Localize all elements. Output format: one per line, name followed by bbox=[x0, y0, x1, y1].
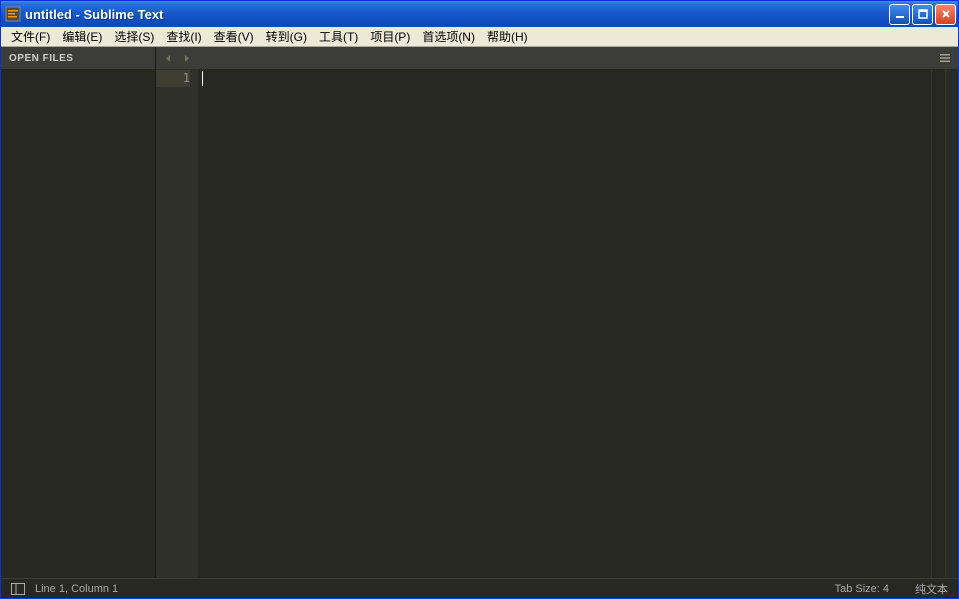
menu-project[interactable]: 项目(P) bbox=[364, 26, 416, 47]
menu-prefs[interactable]: 首选项(N) bbox=[416, 26, 481, 47]
menu-find[interactable]: 查找(I) bbox=[160, 26, 207, 47]
text-editor[interactable] bbox=[198, 69, 931, 578]
minimize-button[interactable] bbox=[889, 4, 910, 25]
tab-next-icon[interactable] bbox=[180, 52, 192, 64]
menu-bar: 文件(F) 编辑(E) 选择(S) 查找(I) 查看(V) 转到(G) 工具(T… bbox=[1, 27, 958, 47]
title-bar[interactable]: untitled - Sublime Text bbox=[1, 1, 958, 27]
menu-goto[interactable]: 转到(G) bbox=[260, 26, 313, 47]
line-number: 1 bbox=[156, 70, 190, 87]
client-area: OPEN FILES bbox=[1, 47, 958, 598]
menu-tools[interactable]: 工具(T) bbox=[313, 26, 364, 47]
sidebar: OPEN FILES bbox=[1, 47, 156, 578]
status-position[interactable]: Line 1, Column 1 bbox=[35, 583, 118, 595]
menu-file[interactable]: 文件(F) bbox=[5, 26, 56, 47]
minimap[interactable] bbox=[931, 69, 945, 578]
menu-view[interactable]: 查看(V) bbox=[208, 26, 260, 47]
editor-body: 1 bbox=[156, 69, 958, 578]
tab-menu-icon[interactable] bbox=[938, 51, 952, 65]
panel-switcher-icon[interactable] bbox=[11, 583, 25, 595]
text-cursor bbox=[202, 71, 203, 86]
line-number-gutter[interactable]: 1 bbox=[156, 69, 198, 578]
status-bar: Line 1, Column 1 Tab Size: 4 纯文本 bbox=[1, 578, 958, 598]
vertical-scrollbar[interactable] bbox=[945, 69, 958, 578]
sidebar-open-files-header[interactable]: OPEN FILES bbox=[1, 47, 155, 69]
app-icon bbox=[5, 6, 21, 22]
tab-bar bbox=[156, 47, 958, 69]
window-title: untitled - Sublime Text bbox=[25, 7, 889, 22]
menu-edit[interactable]: 编辑(E) bbox=[56, 26, 108, 47]
menu-select[interactable]: 选择(S) bbox=[108, 26, 160, 47]
tab-navigation bbox=[162, 52, 192, 64]
window-controls bbox=[889, 4, 956, 25]
editor-column: 1 bbox=[156, 47, 958, 578]
app-window: untitled - Sublime Text 文件(F) 编辑(E) 选择(S… bbox=[0, 0, 959, 599]
main-area: OPEN FILES bbox=[1, 47, 958, 578]
tab-prev-icon[interactable] bbox=[162, 52, 174, 64]
close-button[interactable] bbox=[935, 4, 956, 25]
menu-help[interactable]: 帮助(H) bbox=[481, 26, 534, 47]
status-tab-size[interactable]: Tab Size: 4 bbox=[835, 583, 889, 595]
status-syntax[interactable]: 纯文本 bbox=[915, 581, 948, 597]
maximize-button[interactable] bbox=[912, 4, 933, 25]
